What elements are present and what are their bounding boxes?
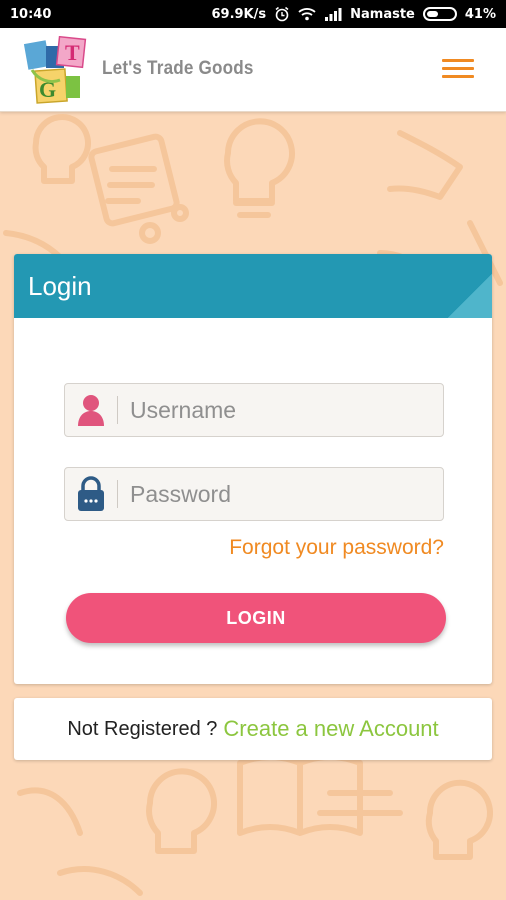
password-field[interactable] bbox=[64, 467, 444, 521]
lock-icon bbox=[65, 468, 117, 520]
username-field[interactable] bbox=[64, 383, 444, 437]
signal-icon bbox=[324, 7, 342, 21]
register-box: Not Registered ? Create a new Account bbox=[14, 698, 492, 760]
header-corner-fold bbox=[448, 274, 492, 318]
app-logo[interactable]: T G bbox=[22, 35, 98, 106]
alarm-icon bbox=[274, 6, 290, 22]
login-title: Login bbox=[28, 271, 92, 301]
wifi-icon bbox=[298, 7, 316, 21]
hamburger-menu-icon[interactable] bbox=[438, 54, 478, 86]
battery-icon bbox=[422, 7, 457, 21]
login-button[interactable]: LOGIN bbox=[66, 593, 446, 643]
battery-percent: 41% bbox=[464, 6, 496, 22]
create-account-link[interactable]: Create a new Account bbox=[223, 716, 438, 742]
status-bar: 10:40 69.9K/s Namaste 41% bbox=[0, 0, 506, 28]
brand-name: Let's Trade Goods bbox=[102, 58, 254, 79]
username-input[interactable] bbox=[118, 384, 443, 436]
register-prompt: Not Registered ? bbox=[67, 717, 218, 740]
carrier-name: Namaste bbox=[350, 6, 415, 22]
status-time: 10:40 bbox=[10, 6, 52, 22]
password-input[interactable] bbox=[118, 468, 443, 520]
app-header: T G Let's Trade Goods bbox=[0, 28, 506, 112]
login-header: Login bbox=[14, 254, 492, 318]
login-card: Login Forgot your password? LOGIN bbox=[14, 254, 492, 684]
status-right: 69.9K/s Namaste 41% bbox=[211, 6, 496, 22]
user-icon bbox=[65, 384, 117, 436]
svg-text:T: T bbox=[65, 40, 80, 65]
forgot-password-link[interactable]: Forgot your password? bbox=[229, 536, 444, 560]
network-speed: 69.9K/s bbox=[211, 6, 267, 22]
